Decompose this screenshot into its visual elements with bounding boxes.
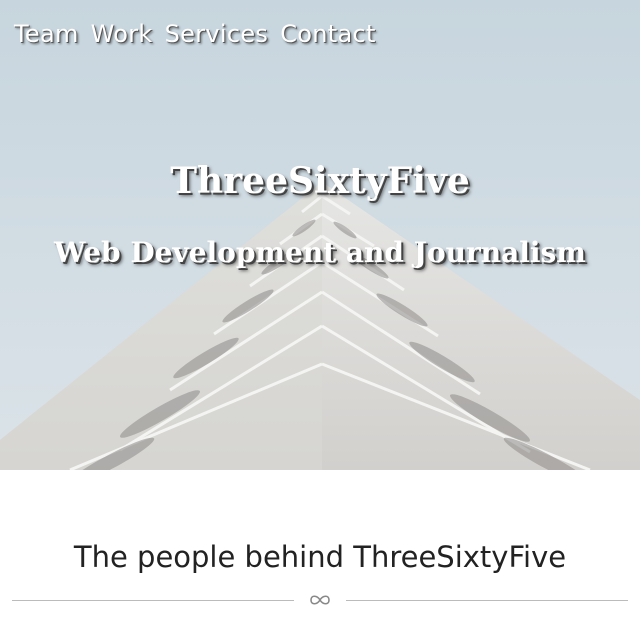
nav-link-work[interactable]: Work [91,20,153,48]
nav-link-services[interactable]: Services [165,20,269,48]
infinity-icon [310,595,330,605]
hero-subtitle: Web Development and Journalism [54,236,586,269]
main-navigation: Team Work Services Contact [14,20,376,48]
divider-line-right [346,600,628,601]
hero-title: ThreeSixtyFive [170,160,470,202]
section-divider [12,592,628,608]
nav-link-team[interactable]: Team [14,20,79,48]
hero-banner: Team Work Services Contact ThreeSixtyFiv… [0,0,640,470]
nav-link-contact[interactable]: Contact [280,20,375,48]
building-background-image [0,0,640,470]
divider-line-left [12,600,294,601]
team-section-heading: The people behind ThreeSixtyFive [73,540,567,574]
